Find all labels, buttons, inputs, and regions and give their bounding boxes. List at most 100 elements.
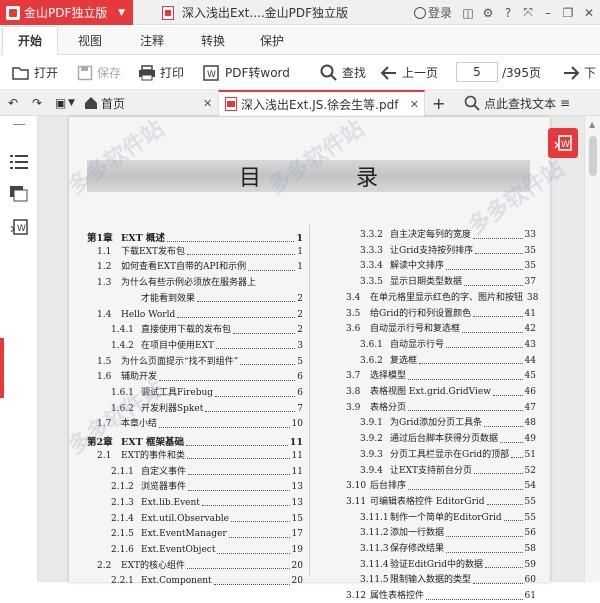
toc-entry[interactable]: 2.1 EXT的事件和类 11 bbox=[97, 450, 303, 463]
chevron-down-icon[interactable]: ▼ bbox=[68, 90, 75, 116]
fullscreen-icon[interactable]: ⤧ bbox=[518, 5, 538, 20]
toc-entry[interactable]: 1.7 本章小结 10 bbox=[97, 418, 303, 431]
toc-entry[interactable]: 3.3.3 让Grid支持按列排序 35 bbox=[360, 245, 536, 258]
toc-entry[interactable]: 2.2 EXT的核心组件 20 bbox=[97, 560, 303, 573]
toc-entry[interactable]: 3.9.2 通过后台脚本获得分页数据 49 bbox=[360, 433, 536, 446]
open-button[interactable]: 打开 bbox=[12, 55, 58, 90]
app-menu-button[interactable]: 金山PDF独立版 ▼ bbox=[0, 0, 133, 25]
toc-entry[interactable]: 第2章 EXT 框架基础 11 bbox=[87, 436, 303, 449]
toc-entry[interactable]: 2.1.1 自定义事件 11 bbox=[111, 466, 303, 479]
toc-entry[interactable]: 2.1.5 Ext.EventManager 17 bbox=[111, 528, 303, 541]
outline-icon[interactable] bbox=[10, 154, 28, 173]
toc-entry[interactable]: 3.11.5 限制输入数据的类型 60 bbox=[360, 574, 536, 587]
search-text-box[interactable]: 点此查找文本 ≡ bbox=[464, 90, 570, 116]
toc-leader-dots bbox=[177, 312, 296, 318]
toc-entry[interactable]: 3.3.4 解读中文排序 35 bbox=[360, 260, 536, 273]
window-title-text: 深入浅出Ext....金山PDF独立版 bbox=[182, 6, 349, 20]
gear-icon[interactable]: ⚙ bbox=[478, 6, 498, 20]
login-button[interactable]: 登录 bbox=[413, 4, 452, 21]
toc-entry-title: 为什么页面提示“找不到组件” bbox=[121, 356, 239, 367]
toc-entry[interactable]: 3.10 后台排序 54 bbox=[346, 480, 536, 493]
close-icon[interactable]: ✕ bbox=[578, 6, 600, 20]
toc-entry[interactable]: 3.11 可编辑表格控件 EditorGrid 55 bbox=[346, 496, 536, 509]
home-tab[interactable]: 首页 bbox=[84, 90, 125, 116]
toc-entry[interactable]: 3.7 选择模型 45 bbox=[346, 370, 536, 383]
toc-entry[interactable]: 3.6 自动显示行号和复选框 42 bbox=[346, 323, 536, 336]
toc-entry[interactable]: 3.11.3 保存修改结果 58 bbox=[360, 543, 536, 556]
toc-entry-page: 54 bbox=[524, 481, 536, 492]
save-button[interactable]: 保存 bbox=[77, 55, 121, 90]
toc-leader-dots bbox=[473, 233, 523, 239]
toc-entry[interactable]: 1.6 辅助开发 6 bbox=[97, 371, 303, 384]
minimize-icon[interactable]: – bbox=[538, 6, 558, 20]
toc-entry[interactable]: 3.9.3 分页工具栏显示在Grid的顶部 51 bbox=[360, 449, 536, 462]
toc-entry[interactable]: 1.6.2 开发利器Spket 7 bbox=[111, 403, 303, 416]
page-number-input[interactable]: 5 bbox=[456, 62, 498, 82]
toc-entry[interactable]: 2.1.4 Ext.util.Observable 15 bbox=[111, 513, 303, 526]
prev-page-button[interactable]: 上一页 bbox=[380, 55, 438, 90]
toc-entry[interactable]: 1.4.2 在项目中使用EXT 3 bbox=[111, 340, 303, 353]
tab-start[interactable]: 开始 bbox=[2, 26, 58, 55]
toc-entry[interactable]: 1.6.1 调试工具Firebug 6 bbox=[111, 387, 303, 400]
find-label: 查找 bbox=[342, 66, 367, 80]
toc-entry[interactable]: 3.9.4 让EXT支持前台分页 52 bbox=[360, 465, 536, 478]
close-home-tab-icon[interactable]: ✕ bbox=[203, 90, 212, 116]
toc-entry[interactable]: 2.1.6 Ext.EventObject 19 bbox=[111, 544, 303, 557]
toc-entry-page: 42 bbox=[524, 324, 536, 335]
toc-entry[interactable]: 3.4 在单元格里显示红色的字、图片和按钮 38 bbox=[346, 292, 538, 305]
toc-entry[interactable]: 3.6.2 复选框 44 bbox=[360, 355, 536, 368]
restore-icon[interactable]: ❐ bbox=[558, 6, 578, 20]
undo-icon[interactable]: ↶ bbox=[8, 90, 18, 116]
help-icon[interactable]: ? bbox=[498, 6, 518, 20]
toc-entry[interactable]: 3.11.4 验证EditGrid中的数据 59 bbox=[360, 559, 536, 572]
close-document-tab-icon[interactable]: ✕ bbox=[410, 98, 419, 111]
toc-entry[interactable]: 1.3 为什么有些示例必须放在服务器上 bbox=[97, 277, 303, 290]
vertical-scrollbar[interactable]: ▲ bbox=[584, 116, 600, 582]
toc-entry[interactable]: 3.3.2 自主决定每列的宽度 33 bbox=[360, 229, 536, 242]
window-title: 深入浅出Ext....金山PDF独立版 bbox=[162, 0, 348, 25]
toc-entry[interactable]: 2.1.3 Ext.lib.Event 13 bbox=[111, 497, 303, 510]
toc-entry[interactable]: 3.8 表格视图 Ext.grid.GridView 46 bbox=[346, 386, 536, 399]
toc-entry[interactable]: 才能看到效果 2 bbox=[111, 293, 303, 306]
toc-entry[interactable]: 3.9 表格分页 47 bbox=[346, 402, 536, 415]
toc-entry[interactable]: 3.11.1 制作一个简单的EditorGrid 55 bbox=[360, 512, 536, 525]
thumbnails-icon[interactable] bbox=[10, 186, 28, 205]
more-icon[interactable]: ≡ bbox=[560, 96, 570, 110]
redo-icon[interactable]: ↷ bbox=[32, 90, 42, 116]
toc-entry[interactable]: 3.11.2 添加一行数据 56 bbox=[360, 527, 536, 540]
toc-entry-number: 1.4.1 bbox=[111, 325, 134, 336]
tab-protect[interactable]: 保护 bbox=[247, 26, 297, 55]
search-text-label: 点此查找文本 bbox=[484, 96, 557, 111]
convert-to-word-button[interactable]: W bbox=[548, 128, 578, 158]
toc-entry[interactable]: 3.5 给Grid的行和列设置颜色 41 bbox=[346, 308, 536, 321]
toc-entry[interactable]: 1.1 下载EXT发布包 1 bbox=[97, 246, 303, 259]
pdf-to-word-button[interactable]: W PDF转word bbox=[203, 55, 290, 90]
toc-entry[interactable]: 1.5 为什么页面提示“找不到组件” 5 bbox=[97, 356, 303, 369]
tab-view[interactable]: 视图 bbox=[65, 26, 115, 55]
toc-entry[interactable]: 1.4 Hello World 2 bbox=[97, 309, 303, 322]
new-tab-icon[interactable]: + bbox=[432, 90, 445, 116]
tab-annotate[interactable]: 注释 bbox=[127, 26, 177, 55]
find-button[interactable]: 查找 bbox=[320, 55, 366, 90]
word-panel-icon[interactable]: W bbox=[10, 218, 28, 239]
scroll-up-icon[interactable]: ▲ bbox=[589, 120, 595, 129]
toc-entry[interactable]: 1.4.1 直接使用下载的发布包 2 bbox=[111, 324, 303, 337]
toc-entry[interactable]: 2.1.2 浏览器事件 13 bbox=[111, 481, 303, 494]
toc-entry[interactable]: 3.3.5 显示日期类型数据 37 bbox=[360, 276, 536, 289]
next-page-button[interactable]: 下 bbox=[562, 55, 596, 90]
toc-entry[interactable]: 3.9.1 为Grid添加分页工具条 48 bbox=[360, 417, 536, 430]
tab-convert[interactable]: 转换 bbox=[188, 26, 238, 55]
sidebar-resize-handle[interactable] bbox=[0, 338, 4, 398]
document-tab[interactable]: 深入浅出Ext.JS.徐会生等.pdf ✕ bbox=[218, 90, 425, 116]
toc-entry[interactable]: 1.2 如何查看EXT自带的API和示例 1 bbox=[97, 261, 303, 274]
scrollbar-thumb[interactable] bbox=[589, 136, 597, 176]
toc-entry[interactable]: 第1章 EXT 概述 1 bbox=[87, 232, 303, 245]
skin-icon[interactable]: ◫ bbox=[458, 6, 478, 20]
toc-entry-title: 自定义事件 bbox=[141, 466, 187, 477]
toc-entry-page: 1 bbox=[297, 262, 303, 273]
toc-entry[interactable]: 3.12 属性表格控件 61 bbox=[346, 590, 536, 603]
print-button[interactable]: 打印 bbox=[138, 55, 184, 90]
collapse-handle[interactable] bbox=[13, 124, 25, 125]
toc-entry[interactable]: 3.6.1 自动显示行号 43 bbox=[360, 339, 536, 352]
save-small-icon[interactable]: ▣ bbox=[55, 90, 66, 116]
